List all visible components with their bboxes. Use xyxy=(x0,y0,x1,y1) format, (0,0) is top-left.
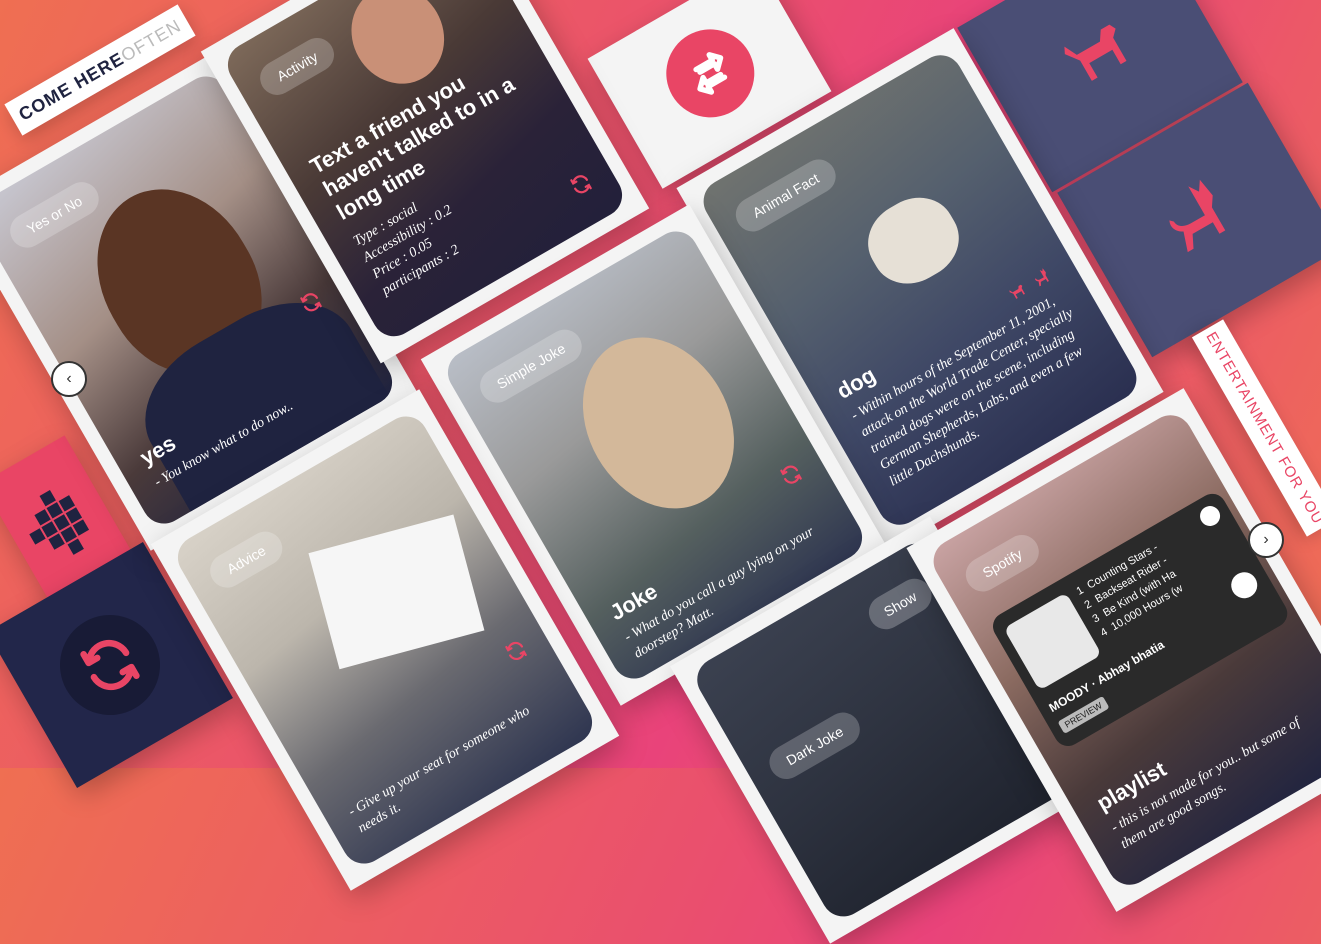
dog-icon[interactable] xyxy=(1004,278,1031,305)
spotify-widget[interactable]: 1 Counting Stars - 2 Backseat Rider - 3 … xyxy=(987,488,1293,752)
chevron-left-icon: ‹ xyxy=(66,370,72,387)
play-button[interactable] xyxy=(1226,567,1262,603)
spotify-logo-icon xyxy=(1196,502,1224,530)
card-tag: Spotify xyxy=(959,528,1045,598)
card-tag: Advice xyxy=(203,525,289,594)
app-stage: COME HERE OFTEN ENTERTAINMENT FOR YOU Ye… xyxy=(0,0,1321,944)
prev-button[interactable]: ‹ xyxy=(51,361,87,397)
cat-icon xyxy=(1169,179,1226,253)
next-button[interactable]: › xyxy=(1248,522,1284,558)
card-tag: Dark Joke xyxy=(763,706,867,786)
card-tag: Yes or No xyxy=(3,175,105,254)
card-body: - Give up your seat for someone who need… xyxy=(346,703,533,837)
dog-icon xyxy=(1064,24,1127,81)
card-tag: Activity xyxy=(253,31,341,102)
card-tag: Simple Joke xyxy=(473,323,589,409)
chevron-right-icon: › xyxy=(1263,531,1269,548)
refresh-icon[interactable] xyxy=(776,460,806,490)
card-tag: Animal Fact xyxy=(729,153,842,238)
cat-icon[interactable] xyxy=(1028,264,1055,291)
banner-light: OFTEN xyxy=(117,14,185,66)
track-list: 1 Counting Stars - 2 Backseat Rider - 3 … xyxy=(1075,519,1224,639)
refresh-icon[interactable] xyxy=(501,636,531,666)
